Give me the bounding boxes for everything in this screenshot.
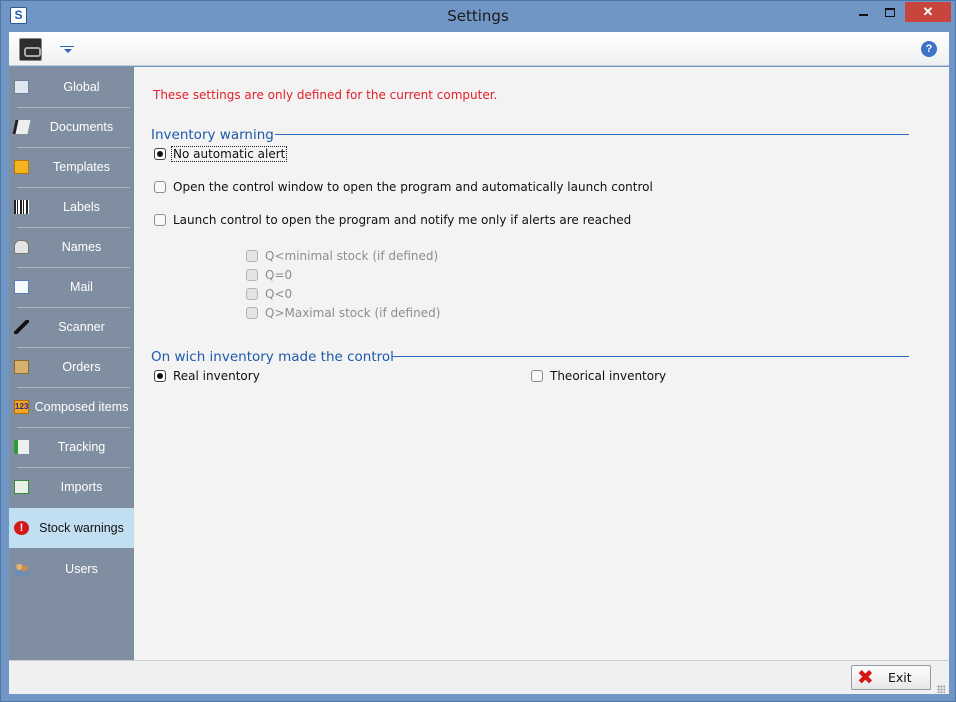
sidebar-item-label: Tracking bbox=[57, 440, 106, 454]
radio-button[interactable] bbox=[154, 370, 166, 382]
option-label: Launch control to open the program and n… bbox=[173, 213, 632, 227]
sidebar-item-labels[interactable]: Labels bbox=[9, 187, 134, 227]
names-icon bbox=[14, 240, 29, 254]
sidebar-item-label: Stock warnings bbox=[39, 521, 124, 535]
checkbox[interactable] bbox=[246, 250, 258, 262]
composed-items-icon: 123 bbox=[14, 400, 29, 414]
stock-warning-icon: ! bbox=[14, 521, 29, 535]
sidebar-item-global[interactable]: Global bbox=[9, 67, 134, 107]
title-bar[interactable]: Settings S ✕ bbox=[1, 1, 955, 32]
sidebar-item-orders[interactable]: Orders bbox=[9, 347, 134, 387]
option-label: Real inventory bbox=[173, 369, 260, 383]
maximize-button[interactable] bbox=[877, 2, 903, 22]
sidebar-item-mail[interactable]: Mail bbox=[9, 267, 134, 307]
documents-icon bbox=[12, 120, 31, 134]
sidebar-item-label: Users bbox=[65, 562, 98, 576]
minimize-button[interactable] bbox=[850, 2, 876, 22]
sidebar-item-templates[interactable]: Templates bbox=[9, 147, 134, 187]
settings-panel: These settings are only defined for the … bbox=[134, 67, 949, 660]
sidebar-item-label: Composed items bbox=[34, 400, 129, 414]
radio-button[interactable] bbox=[154, 181, 166, 193]
sidebar-item-label: Global bbox=[63, 80, 100, 94]
footer-bar: ✖ Exit bbox=[9, 660, 949, 694]
sidebar-item-label: Orders bbox=[62, 360, 101, 374]
radio-button[interactable] bbox=[154, 214, 166, 226]
checkbox[interactable] bbox=[246, 288, 258, 300]
global-icon bbox=[14, 80, 29, 94]
option-label: Q>Maximal stock (if defined) bbox=[265, 306, 441, 320]
mail-icon bbox=[14, 280, 29, 294]
sidebar-item-imports[interactable]: Imports bbox=[9, 467, 134, 507]
group-divider bbox=[275, 134, 909, 135]
settings-window: Settings S ✕ ? Global Documents Template… bbox=[0, 0, 956, 702]
tracking-icon bbox=[14, 440, 29, 454]
sidebar-item-tracking[interactable]: Tracking bbox=[9, 427, 134, 467]
help-icon[interactable]: ? bbox=[921, 41, 937, 57]
sidebar-item-names[interactable]: Names bbox=[9, 227, 134, 267]
users-icon bbox=[14, 562, 29, 576]
barcode-icon bbox=[14, 200, 29, 214]
scanner-icon bbox=[14, 320, 29, 334]
close-icon: ✕ bbox=[922, 4, 934, 19]
option-label: Q=0 bbox=[265, 268, 293, 282]
radio-button[interactable] bbox=[531, 370, 543, 382]
sidebar-item-label: Imports bbox=[60, 480, 103, 494]
maximize-icon bbox=[885, 8, 895, 17]
option-label: Theorical inventory bbox=[550, 369, 667, 383]
sidebar-item-documents[interactable]: Documents bbox=[9, 107, 134, 147]
sidebar-item-composed-items[interactable]: 123 Composed items bbox=[9, 387, 134, 427]
toolbar-dropdown-icon[interactable] bbox=[59, 42, 77, 56]
option-label: Open the control window to open the prog… bbox=[173, 180, 653, 194]
sidebar-item-label: Labels bbox=[63, 200, 100, 214]
sidebar: Global Documents Templates Labels Names … bbox=[9, 67, 134, 660]
sidebar-item-label: Templates bbox=[53, 160, 110, 174]
sidebar-item-label: Documents bbox=[49, 120, 114, 134]
option-label: Q<0 bbox=[265, 287, 293, 301]
templates-icon bbox=[14, 160, 29, 174]
minimize-icon bbox=[858, 14, 868, 16]
group-divider bbox=[392, 356, 909, 357]
window-title: Settings bbox=[447, 7, 509, 25]
inventory-control-title: On wich inventory made the control bbox=[151, 349, 394, 365]
checkbox[interactable] bbox=[246, 269, 258, 281]
resize-grip-icon[interactable] bbox=[937, 685, 945, 693]
close-button[interactable]: ✕ bbox=[905, 2, 951, 22]
computer-only-notice: These settings are only defined for the … bbox=[153, 88, 498, 102]
sidebar-item-label: Mail bbox=[70, 280, 93, 294]
close-x-icon: ✖ bbox=[857, 665, 874, 689]
sidebar-item-stock-warnings[interactable]: ! Stock warnings bbox=[9, 508, 134, 548]
imports-icon bbox=[14, 480, 29, 494]
sidebar-item-users[interactable]: Users bbox=[9, 549, 134, 589]
option-label: Q<minimal stock (if defined) bbox=[265, 249, 439, 263]
exit-button[interactable]: ✖ Exit bbox=[851, 665, 931, 690]
sidebar-item-scanner[interactable]: Scanner bbox=[9, 307, 134, 347]
radio-button[interactable] bbox=[154, 148, 166, 160]
inventory-warning-title: Inventory warning bbox=[151, 127, 274, 143]
app-logo-icon[interactable] bbox=[19, 38, 42, 61]
checkbox[interactable] bbox=[246, 307, 258, 319]
exit-label: Exit bbox=[888, 670, 912, 685]
sidebar-item-label: Names bbox=[61, 240, 102, 254]
app-icon[interactable]: S bbox=[10, 7, 27, 24]
option-label: No automatic alert bbox=[171, 146, 288, 162]
sidebar-item-label: Scanner bbox=[58, 320, 105, 334]
orders-icon bbox=[14, 360, 29, 374]
toolbar: ? bbox=[9, 32, 949, 66]
